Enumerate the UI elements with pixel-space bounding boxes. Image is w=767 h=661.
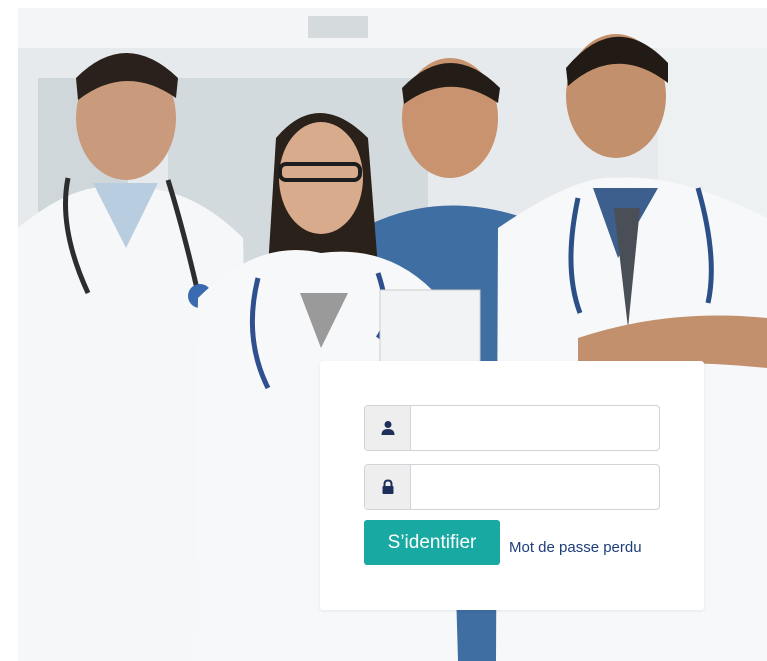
user-icon — [381, 421, 394, 435]
username-addon — [365, 406, 411, 450]
login-button[interactable]: S’identifier — [364, 520, 500, 565]
password-addon — [365, 465, 411, 509]
username-input[interactable] — [411, 406, 659, 450]
lock-icon — [382, 479, 393, 494]
lost-password-link[interactable]: Mot de passe perdu — [509, 539, 642, 557]
login-page: S’identifier Mot de passe perdu — [0, 0, 767, 661]
username-field — [364, 405, 660, 451]
password-input[interactable] — [411, 465, 659, 509]
login-card: S’identifier Mot de passe perdu — [320, 361, 704, 610]
password-field — [364, 464, 660, 510]
